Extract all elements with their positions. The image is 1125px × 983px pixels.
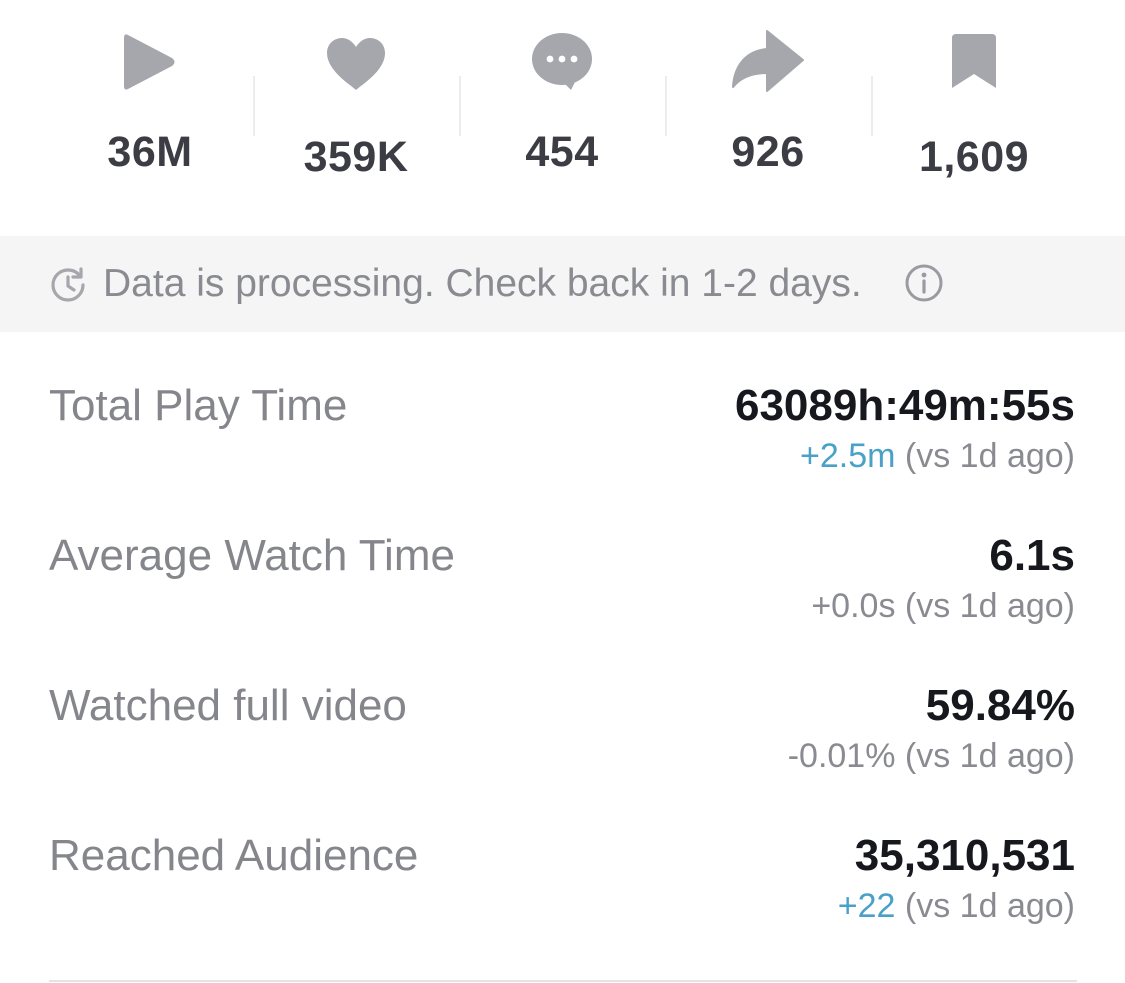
comment-icon (532, 33, 592, 90)
metric-compare: (vs 1d ago) (904, 737, 1075, 775)
info-icon[interactable] (903, 262, 945, 304)
metric-reached-audience: Reached Audience 35,310,531 +22 (vs 1d a… (0, 831, 1125, 981)
stat-shares[interactable]: 926 (665, 0, 871, 236)
stat-plays-value: 36M (107, 128, 193, 176)
metric-change-row: +0.0s (vs 1d ago) (811, 587, 1075, 626)
heart-icon (327, 38, 385, 90)
section-divider (49, 980, 1077, 982)
metric-value: 59.84% (925, 681, 1075, 730)
metric-average-watch-time: Average Watch Time 6.1s +0.0s (vs 1d ago… (0, 531, 1125, 681)
stat-favorites-value: 1,609 (918, 133, 1030, 181)
metric-change: +2.5m (800, 437, 896, 475)
metric-label: Average Watch Time (49, 531, 455, 580)
processing-message: Data is processing. Check back in 1-2 da… (103, 262, 862, 305)
play-icon (124, 34, 175, 90)
metric-change: +0.0s (811, 587, 896, 625)
metric-change: +22 (837, 887, 896, 925)
metric-label: Watched full video (49, 681, 407, 730)
metric-compare: (vs 1d ago) (904, 437, 1075, 475)
stat-comments[interactable]: 454 (459, 0, 665, 236)
metric-label: Total Play Time (49, 381, 348, 430)
metric-change-row: +22 (vs 1d ago) (838, 887, 1075, 926)
stat-plays[interactable]: 36M (47, 0, 253, 236)
share-icon (732, 30, 804, 92)
bookmark-icon (952, 34, 996, 88)
metric-compare: (vs 1d ago) (904, 587, 1075, 625)
stat-favorites[interactable]: 1,609 (871, 0, 1077, 236)
clock-refresh-icon (51, 267, 85, 302)
metric-total-play-time: Total Play Time 63089h:49m:55s +2.5m (vs… (0, 381, 1125, 531)
stat-likes[interactable]: 359K (253, 0, 459, 236)
stat-shares-value: 926 (731, 128, 805, 176)
processing-banner: Data is processing. Check back in 1-2 da… (0, 236, 1125, 332)
metric-compare: (vs 1d ago) (904, 887, 1075, 925)
stat-likes-value: 359K (303, 133, 409, 181)
metric-change-row: -0.01% (vs 1d ago) (788, 737, 1075, 776)
metric-value: 6.1s (989, 531, 1075, 580)
stat-comments-value: 454 (525, 128, 599, 176)
metric-watched-full-video: Watched full video 59.84% -0.01% (vs 1d … (0, 681, 1125, 831)
metric-value: 35,310,531 (854, 831, 1075, 880)
engagement-stats: 36M 359K 454 926 1,609 (0, 0, 1125, 236)
metric-label: Reached Audience (49, 831, 419, 880)
metric-change: -0.01% (787, 737, 896, 775)
metric-change-row: +2.5m (vs 1d ago) (800, 437, 1075, 476)
metric-value: 63089h:49m:55s (734, 381, 1075, 430)
